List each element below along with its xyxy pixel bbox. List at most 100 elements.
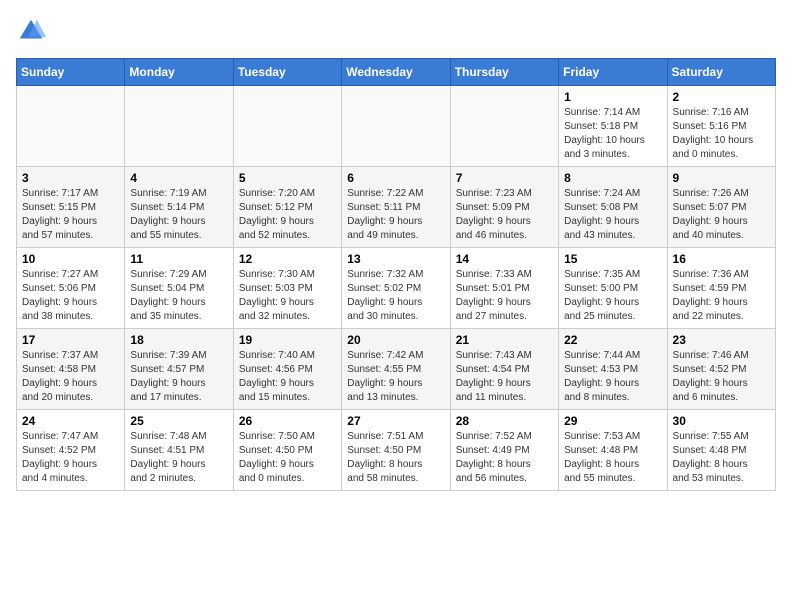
day-info: Sunrise: 7:40 AMSunset: 4:56 PMDaylight:… <box>239 349 336 405</box>
day-info: Sunrise: 7:27 AMSunset: 5:06 PMDaylight:… <box>22 268 119 324</box>
day-number: 8 <box>564 171 661 185</box>
calendar-day-2: 2 Sunrise: 7:16 AMSunset: 5:16 PMDaylight… <box>667 86 775 167</box>
calendar-day-3: 3Sunrise: 7:17 AMSunset: 5:15 PMDaylight… <box>17 167 125 248</box>
day-info: Sunrise: 7:36 AMSunset: 4:59 PMDaylight:… <box>673 268 770 324</box>
day-number: 19 <box>239 333 336 347</box>
day-number: 25 <box>130 414 227 428</box>
day-info: Sunrise: 7:32 AMSunset: 5:02 PMDaylight:… <box>347 268 444 324</box>
day-info: Sunrise: 7:39 AMSunset: 4:57 PMDaylight:… <box>130 349 227 405</box>
calendar-day-23: 23 Sunrise: 7:46 AMSunset: 4:52 PMDayligh… <box>667 329 775 410</box>
calendar-day-6: 6Sunrise: 7:22 AMSunset: 5:11 PMDaylight… <box>342 167 450 248</box>
day-number: 13 <box>347 252 444 266</box>
day-info: Sunrise: 7:52 AMSunset: 4:49 PMDaylight:… <box>456 430 553 486</box>
calendar-day-5: 5Sunrise: 7:20 AMSunset: 5:12 PMDaylight… <box>233 167 341 248</box>
calendar-day-4: 4 Sunrise: 7:19 AMSunset: 5:14 PMDaylight… <box>125 167 233 248</box>
day-info: Sunrise: 7:55 AMSunset: 4:48 PMDaylight:… <box>673 430 770 486</box>
calendar-day-empty <box>233 86 341 167</box>
calendar-day-18: 18Sunrise: 7:39 AMSunset: 4:57 PMDayligh… <box>125 329 233 410</box>
day-info: Sunrise: 7:46 AMSunset: 4:52 PMDaylight:… <box>673 349 770 405</box>
weekday-header-thursday: Thursday <box>450 59 558 86</box>
day-info: Sunrise: 7:37 AMSunset: 4:58 PMDaylight:… <box>22 349 119 405</box>
calendar-day-26: 26 Sunrise: 7:50 AMSunset: 4:50 PMDayligh… <box>233 410 341 491</box>
calendar-day-8: 8 Sunrise: 7:24 AMSunset: 5:08 PMDaylight… <box>559 167 667 248</box>
calendar-day-19: 19 Sunrise: 7:40 AMSunset: 4:56 PMDayligh… <box>233 329 341 410</box>
day-number: 27 <box>347 414 444 428</box>
calendar-week-row: 10Sunrise: 7:27 AMSunset: 5:06 PMDayligh… <box>17 248 776 329</box>
day-number: 22 <box>564 333 661 347</box>
day-info: Sunrise: 7:43 AMSunset: 4:54 PMDaylight:… <box>456 349 553 405</box>
calendar-day-15: 15Sunrise: 7:35 AMSunset: 5:00 PMDayligh… <box>559 248 667 329</box>
calendar-day-11: 11 Sunrise: 7:29 AMSunset: 5:04 PMDayligh… <box>125 248 233 329</box>
day-number: 17 <box>22 333 119 347</box>
day-number: 20 <box>347 333 444 347</box>
day-number: 7 <box>456 171 553 185</box>
calendar-day-empty <box>450 86 558 167</box>
calendar-day-13: 13 Sunrise: 7:32 AMSunset: 5:02 PMDayligh… <box>342 248 450 329</box>
day-number: 28 <box>456 414 553 428</box>
calendar-day-29: 29 Sunrise: 7:53 AMSunset: 4:48 PMDayligh… <box>559 410 667 491</box>
calendar-day-25: 25 Sunrise: 7:48 AMSunset: 4:51 PMDayligh… <box>125 410 233 491</box>
day-number: 12 <box>239 252 336 266</box>
calendar-week-row: 24Sunrise: 7:47 AMSunset: 4:52 PMDayligh… <box>17 410 776 491</box>
day-number: 24 <box>22 414 119 428</box>
calendar-day-12: 12 Sunrise: 7:30 AMSunset: 5:03 PMDayligh… <box>233 248 341 329</box>
day-info: Sunrise: 7:29 AMSunset: 5:04 PMDaylight:… <box>130 268 227 324</box>
day-number: 16 <box>673 252 770 266</box>
calendar-day-22: 22 Sunrise: 7:44 AMSunset: 4:53 PMDayligh… <box>559 329 667 410</box>
calendar-day-14: 14 Sunrise: 7:33 AMSunset: 5:01 PMDayligh… <box>450 248 558 329</box>
weekday-header-wednesday: Wednesday <box>342 59 450 86</box>
calendar-day-7: 7 Sunrise: 7:23 AMSunset: 5:09 PMDaylight… <box>450 167 558 248</box>
day-number: 6 <box>347 171 444 185</box>
calendar-day-24: 24Sunrise: 7:47 AMSunset: 4:52 PMDayligh… <box>17 410 125 491</box>
day-info: Sunrise: 7:51 AMSunset: 4:50 PMDaylight:… <box>347 430 444 486</box>
day-number: 23 <box>673 333 770 347</box>
day-number: 11 <box>130 252 227 266</box>
day-number: 3 <box>22 171 119 185</box>
calendar-day-28: 28 Sunrise: 7:52 AMSunset: 4:49 PMDayligh… <box>450 410 558 491</box>
weekday-header-friday: Friday <box>559 59 667 86</box>
calendar-day-9: 9 Sunrise: 7:26 AMSunset: 5:07 PMDaylight… <box>667 167 775 248</box>
calendar-week-row: 1Sunrise: 7:14 AMSunset: 5:18 PMDaylight… <box>17 86 776 167</box>
day-number: 21 <box>456 333 553 347</box>
day-info: Sunrise: 7:16 AMSunset: 5:16 PMDaylight:… <box>673 106 770 162</box>
page-header <box>16 16 776 46</box>
day-info: Sunrise: 7:20 AMSunset: 5:12 PMDaylight:… <box>239 187 336 243</box>
day-number: 14 <box>456 252 553 266</box>
day-number: 9 <box>673 171 770 185</box>
calendar-header: SundayMondayTuesdayWednesdayThursdayFrid… <box>17 59 776 86</box>
weekday-header-row: SundayMondayTuesdayWednesdayThursdayFrid… <box>17 59 776 86</box>
day-info: Sunrise: 7:26 AMSunset: 5:07 PMDaylight:… <box>673 187 770 243</box>
day-info: Sunrise: 7:44 AMSunset: 4:53 PMDaylight:… <box>564 349 661 405</box>
calendar-week-row: 3Sunrise: 7:17 AMSunset: 5:15 PMDaylight… <box>17 167 776 248</box>
calendar-day-17: 17 Sunrise: 7:37 AMSunset: 4:58 PMDayligh… <box>17 329 125 410</box>
calendar-day-empty <box>17 86 125 167</box>
day-number: 26 <box>239 414 336 428</box>
calendar-day-27: 27 Sunrise: 7:51 AMSunset: 4:50 PMDayligh… <box>342 410 450 491</box>
day-number: 2 <box>673 90 770 104</box>
calendar-day-empty <box>342 86 450 167</box>
day-info: Sunrise: 7:48 AMSunset: 4:51 PMDaylight:… <box>130 430 227 486</box>
calendar-day-16: 16 Sunrise: 7:36 AMSunset: 4:59 PMDayligh… <box>667 248 775 329</box>
calendar-day-empty <box>125 86 233 167</box>
day-info: Sunrise: 7:53 AMSunset: 4:48 PMDaylight:… <box>564 430 661 486</box>
day-info: Sunrise: 7:33 AMSunset: 5:01 PMDaylight:… <box>456 268 553 324</box>
day-info: Sunrise: 7:24 AMSunset: 5:08 PMDaylight:… <box>564 187 661 243</box>
day-info: Sunrise: 7:42 AMSunset: 4:55 PMDaylight:… <box>347 349 444 405</box>
calendar-day-10: 10Sunrise: 7:27 AMSunset: 5:06 PMDayligh… <box>17 248 125 329</box>
day-info: Sunrise: 7:50 AMSunset: 4:50 PMDaylight:… <box>239 430 336 486</box>
day-number: 4 <box>130 171 227 185</box>
day-number: 29 <box>564 414 661 428</box>
calendar-day-20: 20 Sunrise: 7:42 AMSunset: 4:55 PMDayligh… <box>342 329 450 410</box>
day-info: Sunrise: 7:19 AMSunset: 5:14 PMDaylight:… <box>130 187 227 243</box>
day-number: 30 <box>673 414 770 428</box>
weekday-header-tuesday: Tuesday <box>233 59 341 86</box>
day-info: Sunrise: 7:30 AMSunset: 5:03 PMDaylight:… <box>239 268 336 324</box>
calendar-day-21: 21 Sunrise: 7:43 AMSunset: 4:54 PMDayligh… <box>450 329 558 410</box>
weekday-header-saturday: Saturday <box>667 59 775 86</box>
day-info: Sunrise: 7:35 AMSunset: 5:00 PMDaylight:… <box>564 268 661 324</box>
logo <box>16 16 50 46</box>
calendar-table: SundayMondayTuesdayWednesdayThursdayFrid… <box>16 58 776 491</box>
calendar-body: 1Sunrise: 7:14 AMSunset: 5:18 PMDaylight… <box>17 86 776 491</box>
day-info: Sunrise: 7:23 AMSunset: 5:09 PMDaylight:… <box>456 187 553 243</box>
calendar-week-row: 17 Sunrise: 7:37 AMSunset: 4:58 PMDayligh… <box>17 329 776 410</box>
